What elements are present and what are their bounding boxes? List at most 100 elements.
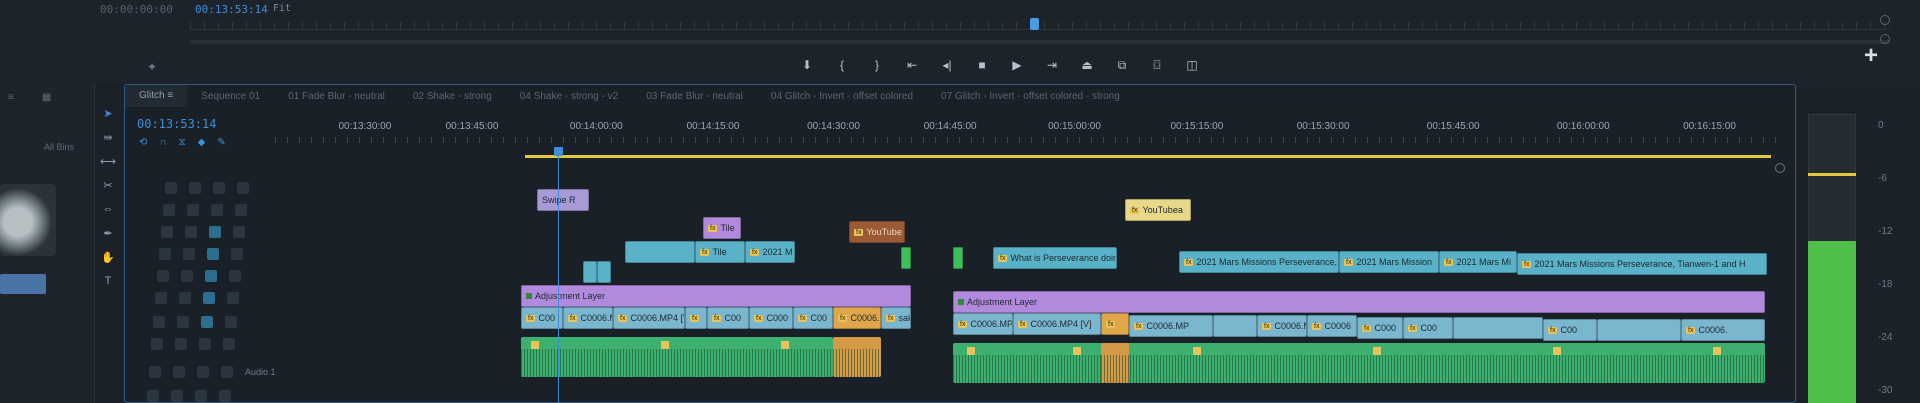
video-clip[interactable]: fx C00 bbox=[1543, 319, 1597, 341]
fx-keyframe-icon bbox=[661, 341, 669, 349]
clip-label: C0006. bbox=[1698, 325, 1728, 335]
icon-view-icon[interactable]: ▦ bbox=[42, 92, 51, 103]
clip-label: C00 bbox=[1420, 323, 1437, 333]
go-to-in-icon[interactable]: ⇤ bbox=[901, 56, 923, 74]
audio-waveform bbox=[521, 349, 833, 377]
nested-sequence-clip[interactable]: fx 2021 Mars Missions Perseverance, Ti bbox=[1179, 251, 1339, 273]
export-frame-icon[interactable]: ⌼ bbox=[1146, 56, 1168, 74]
graphic-clip[interactable]: fx Tile bbox=[703, 217, 741, 239]
video-clip[interactable]: fx C00 bbox=[521, 307, 563, 329]
video-clip[interactable]: fx bbox=[685, 307, 707, 329]
audio-clip[interactable] bbox=[953, 343, 1765, 383]
video-clip[interactable]: fxC0006.MP4 [V] bbox=[1013, 313, 1101, 335]
type-tool-icon[interactable]: T bbox=[101, 274, 115, 288]
go-to-out-icon[interactable]: ⇥ bbox=[1041, 56, 1063, 74]
graphic-clip[interactable]: fx YouTubea bbox=[1125, 199, 1191, 221]
fx-badge-icon: fx bbox=[1362, 324, 1372, 332]
monitor-zoom-scrollbar[interactable] bbox=[190, 40, 1890, 44]
video-clip-selected[interactable]: fx C0006. bbox=[833, 307, 881, 329]
pen-icon[interactable]: ✒ bbox=[101, 226, 115, 240]
video-clip[interactable]: fx C000 bbox=[749, 307, 793, 329]
hand-icon[interactable]: ✋ bbox=[101, 250, 115, 264]
monitor-playhead[interactable] bbox=[1030, 18, 1039, 30]
video-clip[interactable]: fx C0006 bbox=[1307, 315, 1357, 337]
wrench-icon[interactable]: ✦ bbox=[147, 60, 157, 74]
ripple-edit-icon[interactable]: ⟷ bbox=[100, 154, 116, 168]
current-timecode[interactable]: 00:13:53:14 bbox=[195, 3, 268, 16]
scrub-bar-end-handle[interactable] bbox=[1880, 15, 1890, 25]
video-clip[interactable]: fxC0006.M bbox=[1257, 315, 1307, 337]
razor-icon[interactable]: ✂ bbox=[101, 178, 115, 192]
nested-sequence-clip[interactable]: fx 2021 Mars Missions Perseverance, Tianw… bbox=[1517, 253, 1767, 275]
zoom-scrollbar-handle[interactable] bbox=[1880, 34, 1890, 44]
scrollbar-top-handle[interactable] bbox=[1775, 163, 1785, 173]
track-select-icon[interactable]: ⇛ bbox=[101, 130, 115, 144]
fx-keyframe-icon bbox=[1553, 347, 1561, 355]
video-clip[interactable]: fxC0006.MP4 [V] bbox=[613, 307, 685, 329]
db-tick-label: -12 bbox=[1878, 226, 1893, 237]
nested-sequence-clip[interactable] bbox=[583, 261, 597, 283]
marker-clip[interactable] bbox=[953, 247, 963, 269]
track-lanes: Swipe R fx YouTubea fx Tile fx YouTube fx Ti… bbox=[125, 85, 1795, 402]
add-marker-icon[interactable]: ⬇ bbox=[796, 56, 818, 74]
nested-sequence-clip[interactable] bbox=[625, 241, 695, 263]
list-view-icon[interactable]: ≡ bbox=[8, 92, 14, 103]
video-clip[interactable] bbox=[1453, 317, 1543, 339]
timeline-vertical-scrollbar[interactable] bbox=[1773, 163, 1787, 397]
extract-icon[interactable]: ⧉ bbox=[1111, 56, 1133, 74]
nested-sequence-clip[interactable]: fx Tile bbox=[695, 241, 745, 263]
play-icon[interactable]: ▶ bbox=[1006, 56, 1028, 74]
audio-clip-selected[interactable] bbox=[833, 337, 881, 377]
video-clip-selected[interactable]: fx bbox=[1101, 313, 1129, 335]
lift-icon[interactable]: ⏏ bbox=[1076, 56, 1098, 74]
nested-sequence-clip[interactable] bbox=[597, 261, 611, 283]
video-clip[interactable]: fx C000 bbox=[1357, 317, 1403, 339]
graphic-clip[interactable]: fx YouTube bbox=[849, 221, 905, 243]
mark-in-icon[interactable]: { bbox=[831, 56, 853, 74]
nested-sequence-clip[interactable]: fx 2021 Mars Mi bbox=[1439, 251, 1517, 273]
video-clip[interactable]: fxsak bbox=[881, 307, 911, 329]
video-clip[interactable] bbox=[1213, 315, 1257, 337]
clip-label: What is Perseverance doing o bbox=[1010, 253, 1116, 263]
marker-clip[interactable] bbox=[901, 247, 911, 269]
fx-badge-icon: fx bbox=[1184, 258, 1194, 266]
video-clip[interactable]: fx C00 bbox=[707, 307, 749, 329]
video-clip[interactable]: fx C0006.MP bbox=[1129, 315, 1213, 337]
clip-label: C0006.MP bbox=[970, 319, 1013, 329]
video-clip[interactable]: fx C0006.MP bbox=[953, 313, 1013, 335]
button-editor-add[interactable]: + bbox=[1864, 42, 1878, 70]
media-thumbnail-selected[interactable] bbox=[0, 274, 46, 294]
nested-sequence-clip[interactable]: fx 2021 M bbox=[745, 241, 795, 263]
stop-icon[interactable]: ■ bbox=[971, 56, 993, 74]
timeline-playhead-handle[interactable] bbox=[554, 147, 563, 156]
adjustment-layer-clip[interactable]: Adjustment Layer bbox=[521, 285, 911, 307]
zoom-fit-select[interactable]: Fit bbox=[273, 3, 291, 14]
project-panel-icons: ≡ ▦ bbox=[8, 92, 51, 103]
adjustment-layer-clip[interactable]: Adjustment Layer bbox=[953, 291, 1765, 313]
in-point-timecode[interactable]: 00:00:00:00 bbox=[100, 3, 173, 16]
video-clip[interactable]: fx C00 bbox=[1403, 317, 1453, 339]
compare-icon[interactable]: ◫ bbox=[1181, 56, 1203, 74]
mark-out-icon[interactable]: } bbox=[866, 56, 888, 74]
video-clip[interactable] bbox=[1597, 319, 1681, 341]
step-back-icon[interactable]: ◂| bbox=[936, 56, 958, 74]
timeline-panel: Glitch ≡ Sequence 01 01 Fade Blur - neutra… bbox=[124, 84, 1796, 403]
monitor-scrub-bar[interactable] bbox=[190, 22, 1890, 30]
media-thumbnail[interactable] bbox=[0, 184, 56, 256]
fx-badge-icon: fx bbox=[750, 248, 760, 256]
video-clip[interactable]: fxC0006.M bbox=[563, 307, 613, 329]
audio-clip-selected[interactable] bbox=[1101, 343, 1129, 383]
fx-keyframe-icon bbox=[1373, 347, 1381, 355]
nested-sequence-clip[interactable]: fx 2021 Mars Mission bbox=[1339, 251, 1439, 273]
selection-tool-icon[interactable]: ➤ bbox=[101, 106, 115, 120]
audio-clip[interactable] bbox=[521, 337, 833, 377]
video-clip[interactable]: fx C00 bbox=[793, 307, 833, 329]
graphic-clip[interactable]: Swipe R bbox=[537, 189, 589, 211]
audio-meter-level bbox=[1808, 241, 1856, 403]
fx-badge-icon: fx bbox=[526, 314, 536, 322]
video-clip[interactable]: fx C0006. bbox=[1681, 319, 1765, 341]
nested-sequence-clip[interactable]: fxWhat is Perseverance doing o bbox=[993, 247, 1117, 269]
clip-label: YouTubea bbox=[1142, 205, 1183, 215]
slip-icon[interactable]: ⇔ bbox=[101, 202, 115, 216]
fx-badge-icon: fx bbox=[1548, 326, 1558, 334]
